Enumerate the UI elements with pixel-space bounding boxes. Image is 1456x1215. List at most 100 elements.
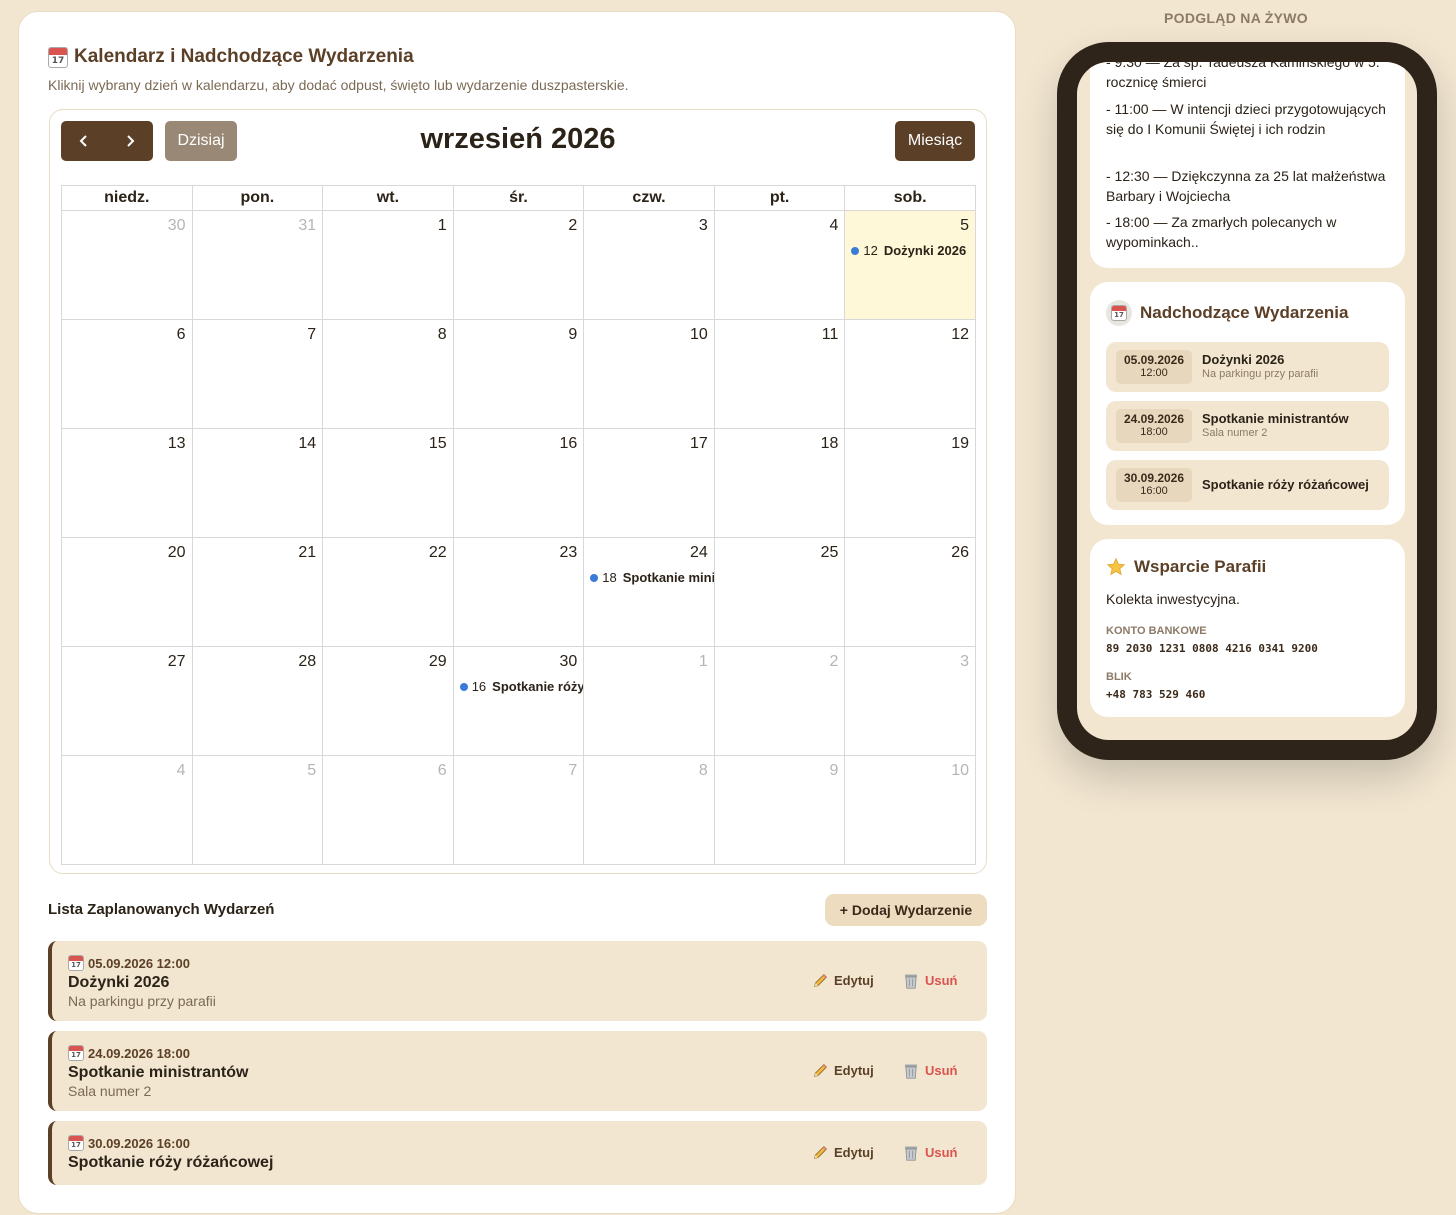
- day-cell[interactable]: 1: [322, 210, 454, 320]
- event-dot: [590, 573, 599, 582]
- day-cell[interactable]: 7: [452, 755, 585, 865]
- day-cell[interactable]: 31: [191, 210, 324, 320]
- day-cell[interactable]: 11: [713, 319, 846, 429]
- day-cell[interactable]: 9: [713, 755, 846, 865]
- day-number: 30: [167, 217, 186, 234]
- mass-line: - 11:00 — W intencji dzieci przygotowują…: [1106, 101, 1386, 137]
- pencil-icon: [813, 1063, 828, 1078]
- day-cell[interactable]: 18: [713, 428, 846, 538]
- day-cell[interactable]: 23: [452, 537, 585, 647]
- day-cell[interactable]: 14: [191, 428, 324, 538]
- week-row: 13 14 15 16 17 18 19: [61, 428, 976, 538]
- day-cell[interactable]: 26: [844, 537, 976, 647]
- day-cell[interactable]: 30 16 Spotkanie róży różańcowej: [452, 646, 585, 756]
- edit-event-button[interactable]: Edytuj: [812, 972, 874, 989]
- edit-event-button[interactable]: Edytuj: [812, 1062, 874, 1079]
- weekday-label: niedz.: [61, 185, 193, 211]
- day-cell[interactable]: 17: [583, 428, 715, 538]
- calendar-icon: 17: [1106, 300, 1132, 326]
- month-view-button[interactable]: Miesiąc: [895, 121, 975, 161]
- day-cell[interactable]: 6: [61, 319, 193, 429]
- day-cell[interactable]: 7: [191, 319, 324, 429]
- day-cell[interactable]: 5: [191, 755, 324, 865]
- next-month-button[interactable]: [107, 121, 153, 161]
- day-cell[interactable]: 10: [844, 755, 976, 865]
- day-cell[interactable]: 6: [322, 755, 454, 865]
- event-time: 18: [602, 570, 617, 585]
- day-number: 29: [428, 653, 447, 670]
- pencil-icon: [813, 973, 828, 988]
- day-cell[interactable]: 8: [322, 319, 454, 429]
- day-cell[interactable]: 27: [61, 646, 193, 756]
- preview-event-row[interactable]: 24.09.2026 18:00 Spotkanie ministrantów …: [1106, 401, 1389, 451]
- day-cell[interactable]: 25: [713, 537, 846, 647]
- edit-event-button[interactable]: Edytuj: [812, 1144, 874, 1161]
- day-cell[interactable]: 3: [583, 210, 715, 320]
- chevron-left-icon: [79, 135, 87, 147]
- day-number: 2: [568, 217, 578, 234]
- day-cell[interactable]: 12: [844, 319, 976, 429]
- day-number: 28: [298, 653, 317, 670]
- trash-icon: [905, 1064, 917, 1079]
- day-cell[interactable]: 29: [322, 646, 454, 756]
- day-number: 21: [298, 544, 317, 561]
- calendar-icon: 17: [68, 955, 84, 971]
- day-cell[interactable]: 5 12 Dożynki 2026: [844, 210, 976, 320]
- month-grid: niedz. pon. wt. śr. czw. pt. sob. 30 31 1 2 3 4 5 12 D…: [61, 185, 976, 865]
- day-cell[interactable]: 4: [713, 210, 846, 320]
- event-list-item: 17 05.09.2026 12:00 Dożynki 2026 Na park…: [48, 941, 987, 1021]
- day-number: 1: [698, 653, 708, 670]
- prev-month-button[interactable]: [61, 121, 107, 161]
- mass-line: - 9:30 — Za śp. Tadeusza Kamińskiego w 5…: [1106, 62, 1380, 90]
- calendar-event[interactable]: 16 Spotkanie róży różańcowej: [459, 679, 584, 694]
- event-title: Spotkanie róży różańcowej: [68, 1154, 274, 1171]
- day-number: 23: [559, 544, 578, 561]
- event-location: Na parkingu przy parafii: [1202, 368, 1319, 380]
- day-cell[interactable]: 21: [191, 537, 324, 647]
- day-number: 3: [698, 217, 708, 234]
- day-cell[interactable]: 3: [844, 646, 976, 756]
- day-number: 10: [951, 762, 969, 779]
- day-cell[interactable]: 16: [452, 428, 585, 538]
- day-number: 8: [437, 326, 447, 343]
- day-cell[interactable]: 13: [61, 428, 193, 538]
- day-cell[interactable]: 22: [322, 537, 454, 647]
- day-cell[interactable]: 10: [583, 319, 715, 429]
- day-cell[interactable]: 8: [583, 755, 715, 865]
- event-title: Spotkanie róży różańcowej: [1202, 477, 1369, 492]
- day-cell[interactable]: 30: [61, 210, 193, 320]
- day-cell[interactable]: 2: [713, 646, 846, 756]
- day-cell[interactable]: 15: [322, 428, 454, 538]
- add-event-button[interactable]: + Dodaj Wydarzenie: [825, 894, 987, 926]
- delete-event-button[interactable]: Usuń: [903, 972, 958, 989]
- day-cell[interactable]: 4: [61, 755, 193, 865]
- preview-event-row[interactable]: 30.09.2026 16:00 Spotkanie róży różańcow…: [1106, 460, 1389, 510]
- preview-event-row[interactable]: 05.09.2026 12:00 Dożynki 2026 Na parking…: [1106, 342, 1389, 392]
- day-cell[interactable]: 1: [583, 646, 715, 756]
- day-number: 4: [176, 762, 186, 779]
- event-dot: [851, 246, 860, 255]
- day-cell[interactable]: 9: [452, 319, 585, 429]
- calendar-nav: [61, 121, 153, 161]
- page-subtitle: Kliknij wybrany dzień w kalendarzu, aby …: [48, 77, 629, 93]
- calendar-event[interactable]: 18 Spotkanie ministrantów: [590, 570, 713, 585]
- today-button[interactable]: Dzisiaj: [165, 121, 237, 161]
- weekday-header: niedz. pon. wt. śr. czw. pt. sob.: [61, 185, 976, 211]
- day-cell[interactable]: 19: [844, 428, 976, 538]
- day-cell[interactable]: 24 18 Spotkanie ministrantów: [583, 537, 715, 647]
- event-time: 12: [863, 243, 878, 258]
- phone-screen[interactable]: - 9:30 — Za śp. Tadeusza Kamińskiego w 5…: [1077, 62, 1417, 740]
- calendar-event[interactable]: 12 Dożynki 2026: [851, 243, 966, 258]
- event-title: Dożynki 2026: [68, 974, 170, 991]
- day-number: 26: [951, 544, 969, 561]
- day-cell[interactable]: 28: [191, 646, 324, 756]
- weekday-label: pt.: [713, 185, 846, 211]
- day-cell[interactable]: 2: [452, 210, 585, 320]
- day-number: 7: [307, 326, 317, 343]
- day-number: 16: [559, 435, 578, 452]
- phone-preview: - 9:30 — Za śp. Tadeusza Kamińskiego w 5…: [1057, 42, 1437, 760]
- delete-event-button[interactable]: Usuń: [903, 1062, 958, 1079]
- delete-event-button[interactable]: Usuń: [903, 1144, 958, 1161]
- event-title: Spotkanie róży różańcowej: [492, 679, 584, 694]
- day-cell[interactable]: 20: [61, 537, 193, 647]
